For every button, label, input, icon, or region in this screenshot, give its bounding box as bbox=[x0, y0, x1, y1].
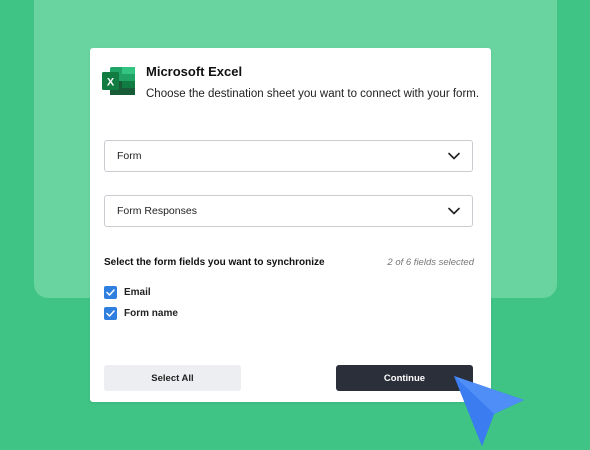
chevron-down-icon bbox=[448, 207, 460, 215]
select-all-button[interactable]: Select All bbox=[104, 365, 241, 391]
form-name-checkbox[interactable] bbox=[104, 307, 117, 320]
fields-selected-count: 2 of 6 fields selected bbox=[387, 257, 474, 268]
app-title: Microsoft Excel bbox=[146, 64, 243, 79]
field-option-email[interactable]: Email bbox=[104, 286, 151, 299]
workbook-select[interactable]: Form bbox=[104, 140, 473, 172]
checkmark-icon bbox=[106, 310, 115, 317]
email-checkbox[interactable] bbox=[104, 286, 117, 299]
connect-sheet-dialog: X Microsoft Excel Choose the destination… bbox=[90, 48, 491, 402]
cursor-arrow-icon bbox=[454, 376, 524, 446]
excel-logo-icon: X bbox=[102, 67, 135, 95]
form-name-label: Form name bbox=[124, 308, 178, 319]
field-option-form-name[interactable]: Form name bbox=[104, 307, 178, 320]
app-subtitle: Choose the destination sheet you want to… bbox=[146, 88, 480, 100]
sheet-select[interactable]: Form Responses bbox=[104, 195, 473, 227]
chevron-down-icon bbox=[448, 152, 460, 160]
sheet-select-value: Form Responses bbox=[117, 205, 197, 217]
fields-section-label: Select the form fields you want to synch… bbox=[104, 257, 325, 268]
svg-text:X: X bbox=[107, 77, 115, 89]
email-label: Email bbox=[124, 287, 151, 298]
workbook-select-value: Form bbox=[117, 150, 142, 162]
checkmark-icon bbox=[106, 289, 115, 296]
